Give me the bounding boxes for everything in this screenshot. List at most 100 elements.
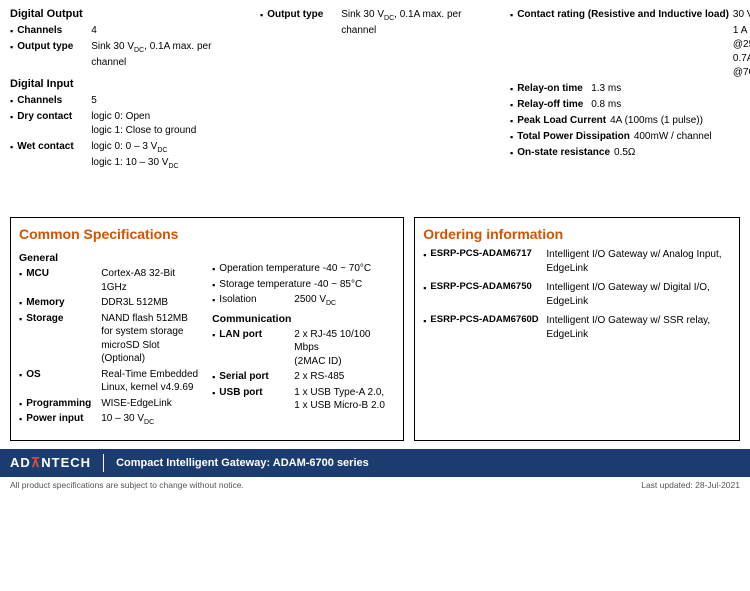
main-content: Digital Output Channels 4 Output type Si… [0,0,750,209]
spec-key: Dry contact [17,110,87,138]
spec-key: Isolation [219,293,291,308]
spec-key: OS [26,368,98,395]
list-item: Operation temperature -40 ~ 70°C [212,262,395,276]
spec-val: 0.5Ω [614,146,635,160]
list-item: USB port 1 x USB Type-A 2.0,1 x USB Micr… [212,386,395,413]
ordering-list: ESRP-PCS-ADAM6717 Intelligent I/O Gatewa… [423,248,731,341]
spec-key: Output type [267,8,337,38]
list-item: ESRP-PCS-ADAM6717 Intelligent I/O Gatewa… [423,248,731,275]
spec-val: 1 x USB Type-A 2.0,1 x USB Micro-B 2.0 [294,386,385,413]
common-specs-title: Common Specifications [19,226,395,242]
list-item: Output type Sink 30 VDC, 0.1A max. per c… [10,40,240,70]
spec-val: logic 0: 0 – 3 VDClogic 1: 10 – 30 VDC [91,140,178,172]
footer-logo: AD⊼NTECH [10,455,91,471]
spec-val: Real-Time Embedded Linux, kernel v4.9.69 [101,368,202,395]
common-specs-inner: General MCU Cortex-A8 32-Bit 1GHz Memory… [19,248,395,431]
list-item: Storage NAND flash 512MB for system stor… [19,312,202,366]
spec-key: Storage [26,312,98,366]
spec-val: 2 x RS-485 [294,370,344,384]
spec-key: USB port [219,386,291,413]
spec-val: 10 – 30 VDC [101,412,154,427]
list-item: Storage temperature -40 ~ 85°C [212,278,395,292]
spec-key: On-state resistance [517,146,610,160]
list-item: Programming WISE-EdgeLink [19,397,202,411]
col2: Output type Sink 30 VDC, 0.1A max. per c… [260,8,490,179]
spec-val: Sink 30 VDC, 0.1A max. per channel [341,8,490,38]
list-item: Isolation 2500 VDC [212,293,395,308]
spec-val: Cortex-A8 32-Bit 1GHz [101,267,202,294]
logo-star: ⊼ [31,455,42,470]
spacer [10,179,740,209]
ordering-box: Ordering information ESRP-PCS-ADAM6717 I… [414,217,740,440]
spec-key: Peak Load Current [517,114,606,128]
list-item: Channels 5 [10,94,240,108]
spec-key: Output type [17,40,87,70]
communication-list: LAN port 2 x RJ-45 10/100 Mbps(2MAC ID) … [212,328,395,413]
list-item: Contact rating (Resistive and Inductive … [510,8,740,80]
digital-output-list: Channels 4 Output type Sink 30 VDC, 0.1A… [10,24,240,70]
spec-val: 2 x RJ-45 10/100 Mbps(2MAC ID) [294,328,395,369]
list-item: Channels 4 [10,24,240,38]
disclaimer: All product specifications are subject t… [10,480,244,490]
list-item: Relay-on time 1.3 ms [510,82,740,96]
communication-title: Communication [212,313,395,325]
list-item: Peak Load Current 4A (100ms (1 pulse)) [510,114,740,128]
top-three-col: Digital Output Channels 4 Output type Si… [10,8,740,179]
list-item: Power input 10 – 30 VDC [19,412,202,427]
list-item: Dry contact logic 0: Openlogic 1: Close … [10,110,240,138]
spec-key: LAN port [219,328,291,369]
spec-val: Sink 30 VDC, 0.1A max. per channel [91,40,240,70]
spec-val: -40 ~ 85°C [314,278,362,292]
digital-input-list: Channels 5 Dry contact logic 0: Openlogi… [10,94,240,172]
footer-divider [103,454,104,472]
list-item: ESRP-PCS-ADAM6760D Intelligent I/O Gatew… [423,314,731,341]
spec-key: Relay-on time [517,82,587,96]
last-updated: Last updated: 28-Jul-2021 [641,480,740,490]
digital-output-title: Digital Output [10,8,240,20]
common-specs-right: Operation temperature -40 ~ 70°C Storage… [212,248,395,431]
spec-key: Wet contact [17,140,87,172]
order-val: Intelligent I/O Gateway w/ SSR relay, Ed… [546,314,731,341]
bottom-area: Common Specifications General MCU Cortex… [0,209,750,440]
col2-list: Output type Sink 30 VDC, 0.1A max. per c… [260,8,490,38]
order-key: ESRP-PCS-ADAM6717 [430,248,540,275]
spec-val: WISE-EdgeLink [101,397,172,411]
spec-val: 1.3 ms [591,82,621,96]
general-title: General [19,252,202,264]
col1: Digital Output Channels 4 Output type Si… [10,8,240,179]
spec-key: Channels [17,24,87,38]
common-specs-box: Common Specifications General MCU Cortex… [10,217,404,440]
footer-bottom: All product specifications are subject t… [0,477,750,493]
spec-val: 0.8 ms [591,98,621,112]
env-list: Operation temperature -40 ~ 70°C Storage… [212,262,395,308]
spec-key: Channels [17,94,87,108]
list-item: OS Real-Time Embedded Linux, kernel v4.9… [19,368,202,395]
spec-key: Operation temperature [219,262,320,276]
spec-key: Contact rating (Resistive and Inductive … [517,8,729,80]
spec-key: Power input [26,412,98,427]
list-item: LAN port 2 x RJ-45 10/100 Mbps(2MAC ID) [212,328,395,369]
spec-val: 5 [91,94,97,108]
spec-val: 4 [91,24,97,38]
col3: Contact rating (Resistive and Inductive … [510,8,740,179]
spec-val: DDR3L 512MB [101,296,168,310]
spec-val: logic 0: Openlogic 1: Close to ground [91,110,196,138]
list-item: On-state resistance 0.5Ω [510,146,740,160]
footer-product-title: Compact Intelligent Gateway: ADAM-6700 s… [116,457,369,469]
list-item: Relay-off time 0.8 ms [510,98,740,112]
spec-val: 4A (100ms (1 pulse)) [610,114,703,128]
list-item: Memory DDR3L 512MB [19,296,202,310]
spec-key: Relay-off time [517,98,587,112]
common-specs-left: General MCU Cortex-A8 32-Bit 1GHz Memory… [19,248,202,431]
list-item: ESRP-PCS-ADAM6750 Intelligent I/O Gatewa… [423,281,731,308]
spec-val: -40 ~ 70°C [323,262,371,276]
order-val: Intelligent I/O Gateway w/ Digital I/O, … [546,281,731,308]
list-item: Serial port 2 x RS-485 [212,370,395,384]
spec-key: Memory [26,296,98,310]
spec-val: NAND flash 512MB for system storagemicro… [101,312,202,366]
spec-val: 2500 VDC [294,293,336,308]
list-item: Wet contact logic 0: 0 – 3 VDClogic 1: 1… [10,140,240,172]
general-list: MCU Cortex-A8 32-Bit 1GHz Memory DDR3L 5… [19,267,202,427]
list-item: Total Power Dissipation 400mW / channel [510,130,740,144]
spec-key: Total Power Dissipation [517,130,630,144]
